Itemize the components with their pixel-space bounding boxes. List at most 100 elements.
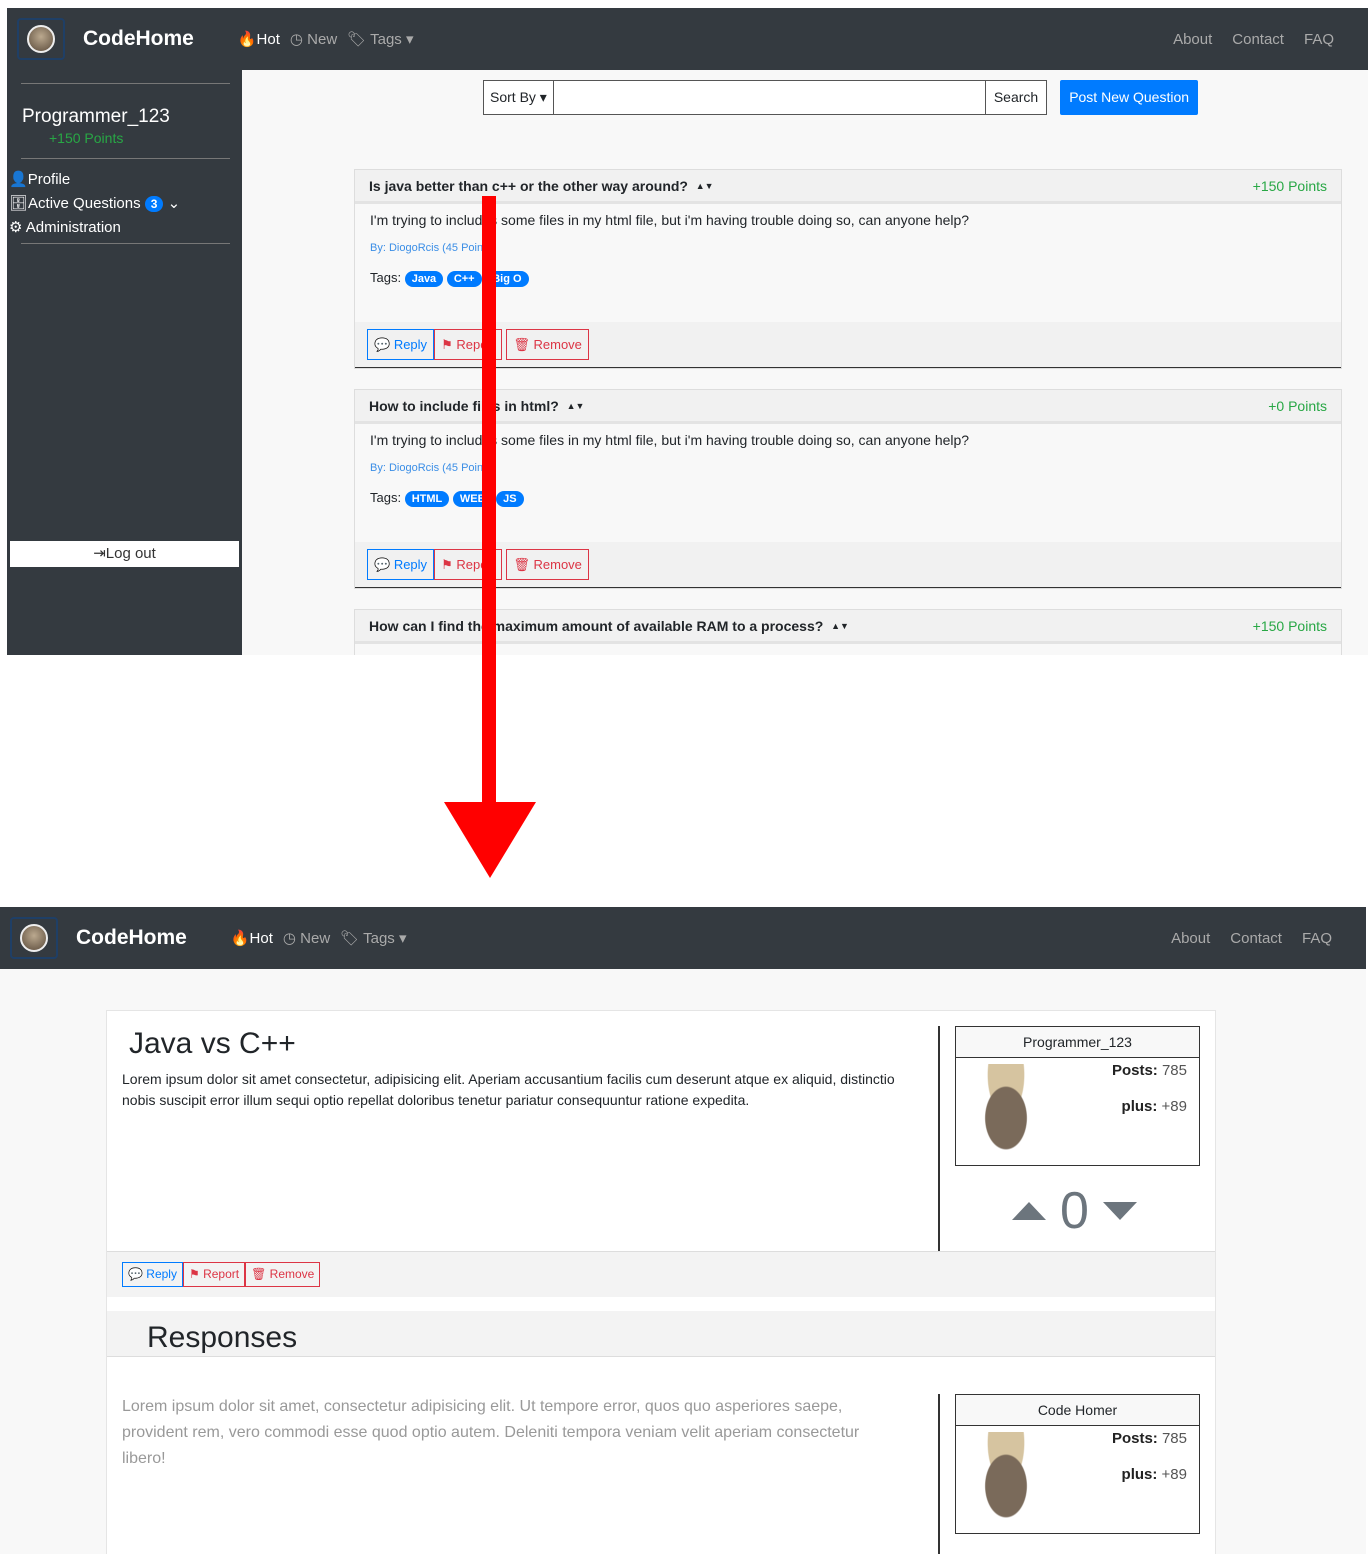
question-points: +0 Points — [1268, 397, 1327, 414]
nav-tags-label: Tags — [370, 31, 402, 48]
nav-hot[interactable]: 🔥Hot — [231, 929, 273, 947]
report-label: Report — [203, 1267, 240, 1281]
reply-label: Reply — [393, 337, 428, 352]
nav-hot-label: Hot — [256, 31, 280, 48]
nav-new-label: New — [300, 930, 331, 947]
reply-button[interactable]: 💬 Reply — [122, 1262, 183, 1287]
nav-about[interactable]: About — [1173, 31, 1212, 48]
search-button[interactable]: Search — [985, 80, 1048, 115]
nav-hot[interactable]: 🔥Hot — [238, 30, 280, 48]
sidebar-item-administration[interactable]: ⚙ Administration — [7, 215, 242, 239]
sidebar-points: +150 Points — [49, 130, 124, 146]
response-author-card: Code Homer Posts: 785 plus: +89 — [955, 1394, 1200, 1534]
vote-control: 0 — [1012, 1181, 1137, 1241]
tag[interactable]: JS — [496, 491, 524, 507]
nav-new-label: New — [307, 31, 338, 48]
tag[interactable]: C++ — [446, 271, 482, 287]
search-input[interactable] — [553, 80, 986, 115]
question-body: I'm trying to includes some files in my … — [370, 432, 970, 448]
question-card: How to include files in html? ▲▼ +0 Point… — [354, 389, 1342, 589]
nav-hot-label: Hot — [249, 930, 273, 947]
nav-tags[interactable]: 🏷 Tags ▾ — [347, 30, 413, 48]
nav-contact[interactable]: Contact — [1232, 31, 1284, 48]
author-name[interactable]: Programmer_123 — [956, 1027, 1199, 1058]
logo-avatar[interactable] — [10, 917, 58, 959]
sidebar: Programmer_123 +150 Points 👤Profile 🗄Act… — [7, 70, 242, 655]
question-title[interactable]: Is java better than c++ or the other way… — [369, 178, 688, 194]
owl-icon — [20, 924, 48, 952]
brand[interactable]: CodeHome — [76, 926, 187, 950]
report-button[interactable]: ⚑ Report — [182, 1262, 246, 1287]
remove-button[interactable]: 🗑 Remove — [506, 549, 589, 580]
posts-label: Posts: — [1111, 1430, 1158, 1447]
question-author[interactable]: By: DiogoRcis (45 Points) — [370, 462, 1326, 474]
vote-arrows-icon[interactable]: ▲▼ — [831, 621, 849, 631]
downvote-icon[interactable] — [1102, 1202, 1137, 1220]
author-name[interactable]: Code Homer — [956, 1395, 1199, 1426]
question-author[interactable]: By: DiogoRcis (45 Points) — [370, 242, 1326, 254]
remove-button[interactable]: 🗑 Remove — [506, 329, 589, 360]
active-count-badge: 3 — [144, 196, 164, 212]
archive-icon: 🗄 — [9, 195, 29, 212]
question-actions: 💬 Reply ⚑ Report 🗑 Remove — [107, 1251, 1215, 1297]
posts-count: 785 — [1161, 1430, 1187, 1447]
sidebar-admin-label: Administration — [25, 219, 121, 236]
question-body: I'm trying to includes some files in my … — [370, 212, 970, 228]
remove-label: Remove — [269, 1267, 315, 1281]
question-points: +150 Points — [1252, 617, 1327, 634]
remove-label: Remove — [533, 557, 582, 572]
logout-label: Log out — [105, 545, 156, 562]
nav-tags[interactable]: 🏷 Tags ▾ — [340, 929, 406, 947]
plus-count: +89 — [1161, 1466, 1187, 1483]
tag[interactable]: Java — [404, 271, 444, 287]
chevron-down-icon: ⌄ — [167, 195, 181, 212]
nav-faq[interactable]: FAQ — [1302, 930, 1332, 947]
question-list-screenshot: CodeHome 🔥Hot ◷ New 🏷 Tags ▾ About Conta… — [7, 8, 1368, 655]
post-new-question-button[interactable]: Post New Question — [1060, 80, 1199, 115]
nav-about[interactable]: About — [1171, 930, 1210, 947]
vote-count: 0 — [1060, 1182, 1089, 1240]
responses-heading: Responses — [107, 1311, 1215, 1357]
remove-button[interactable]: 🗑 Remove — [245, 1262, 321, 1287]
nav-faq[interactable]: FAQ — [1304, 31, 1334, 48]
plus-count: +89 — [1161, 1098, 1187, 1115]
question-card: How can I find the maximum amount of ava… — [354, 609, 1342, 655]
response-body: Lorem ipsum dolor sit amet, consectetur … — [122, 1398, 860, 1467]
vote-arrows-icon[interactable]: ▲▼ — [696, 181, 714, 191]
sidebar-username: Programmer_123 — [22, 106, 170, 127]
navbar: CodeHome 🔥Hot ◷ New 🏷 Tags ▾ About Conta… — [0, 907, 1366, 969]
vote-arrows-icon[interactable]: ▲▼ — [567, 401, 585, 411]
red-arrow-head-icon — [444, 802, 536, 878]
question-title[interactable]: How to include files in html? — [369, 398, 559, 414]
sort-label: Sort By — [490, 89, 536, 105]
logo-avatar[interactable] — [17, 18, 65, 60]
sort-by-dropdown[interactable]: Sort By ▾ — [483, 80, 554, 115]
question-title[interactable]: How can I find the maximum amount of ava… — [369, 618, 823, 634]
brand[interactable]: CodeHome — [83, 27, 194, 51]
sidebar-item-profile[interactable]: 👤Profile — [7, 167, 242, 191]
reply-button[interactable]: 💬 Reply — [367, 329, 435, 360]
red-arrow-shaft — [482, 196, 496, 806]
reply-label: Reply — [146, 1267, 177, 1281]
sidebar-item-active-questions[interactable]: 🗄Active Questions 3 ⌄ — [7, 191, 242, 215]
search-toolbar: Sort By ▾ Search Post New Question — [483, 80, 1199, 115]
sidebar-profile-label: Profile — [27, 171, 71, 188]
question-detail-screenshot: CodeHome 🔥Hot ◷ New 🏷 Tags ▾ About Conta… — [0, 907, 1366, 1554]
tag[interactable]: HTML — [404, 491, 450, 507]
question-detail: Java vs C++ Lorem ipsum dolor sit amet c… — [106, 1010, 1216, 1554]
nav-new[interactable]: ◷ New — [290, 30, 337, 48]
plus-label: plus: — [1121, 1466, 1158, 1483]
upvote-icon[interactable] — [1012, 1202, 1046, 1220]
navbar: CodeHome 🔥Hot ◷ New 🏷 Tags ▾ About Conta… — [7, 8, 1368, 70]
reply-button[interactable]: 💬 Reply — [367, 549, 435, 580]
sidebar-active-label: Active Questions — [28, 195, 141, 212]
posts-count: 785 — [1161, 1062, 1187, 1079]
tags-label: Tags: — [370, 490, 402, 505]
owl-avatar-icon — [970, 1432, 1042, 1522]
reply-label: Reply — [393, 557, 428, 572]
logout-button[interactable]: ⇥Log out — [10, 541, 239, 567]
nav-new[interactable]: ◷ New — [283, 929, 330, 947]
remove-label: Remove — [533, 337, 582, 352]
question-title: Java vs C++ — [129, 1027, 296, 1060]
nav-contact[interactable]: Contact — [1230, 930, 1282, 947]
